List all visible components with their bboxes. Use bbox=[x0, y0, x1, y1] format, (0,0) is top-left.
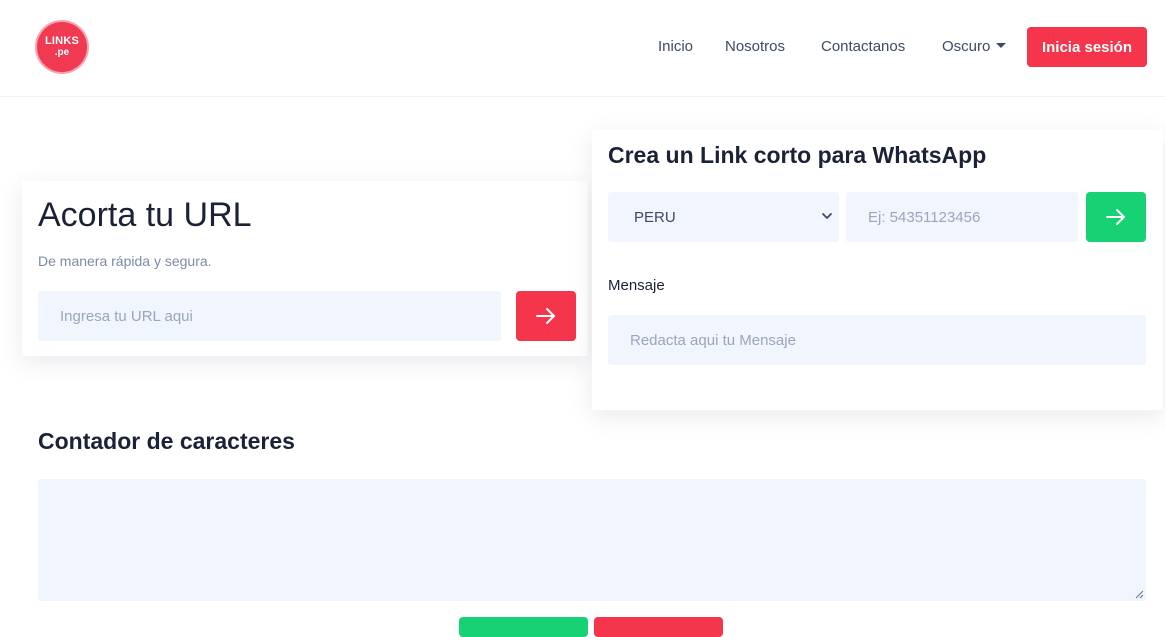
caret-down-icon bbox=[996, 43, 1007, 48]
arrow-right-icon bbox=[1106, 209, 1125, 225]
country-select[interactable]: PERU bbox=[608, 192, 839, 242]
counter-title: Contador de caracteres bbox=[38, 428, 295, 454]
url-input-placeholder: Ingresa tu URL aqui bbox=[60, 307, 193, 325]
site-logo[interactable]: LINKS .pe bbox=[37, 22, 87, 72]
theme-dropdown-label: Oscuro bbox=[942, 38, 991, 55]
login-button[interactable]: Inicia sesión bbox=[1027, 27, 1147, 67]
chevron-down-icon bbox=[822, 213, 832, 219]
shortener-title: Acorta tu URL bbox=[38, 196, 252, 234]
nav-link-inicio[interactable]: Inicio bbox=[658, 38, 693, 55]
url-input[interactable]: Ingresa tu URL aqui bbox=[38, 291, 501, 341]
logo-text-line2: .pe bbox=[54, 47, 70, 58]
arrow-right-icon bbox=[536, 308, 555, 324]
counter-action-button-red[interactable] bbox=[594, 617, 723, 637]
message-label: Mensaje bbox=[608, 277, 665, 294]
message-input[interactable]: Redacta aqui tu Mensaje bbox=[608, 315, 1146, 365]
shorten-url-button[interactable] bbox=[516, 291, 576, 341]
nav-link-contactanos[interactable]: Contactanos bbox=[821, 38, 905, 55]
theme-dropdown[interactable]: Oscuro bbox=[942, 38, 1007, 55]
whatsapp-title: Crea un Link corto para WhatsApp bbox=[608, 142, 987, 168]
resize-handle-icon[interactable] bbox=[1134, 589, 1144, 599]
counter-textarea[interactable] bbox=[38, 479, 1146, 601]
navbar: LINKS .pe Inicio Nosotros Contactanos Os… bbox=[0, 0, 1165, 97]
shortener-subtitle: De manera rápida y segura. bbox=[38, 253, 212, 269]
message-input-placeholder: Redacta aqui tu Mensaje bbox=[630, 331, 796, 349]
phone-input-placeholder: Ej: 54351123456 bbox=[868, 208, 981, 226]
phone-input[interactable]: Ej: 54351123456 bbox=[846, 192, 1078, 242]
counter-action-button-green[interactable] bbox=[459, 617, 588, 637]
country-select-value: PERU bbox=[634, 208, 676, 226]
whatsapp-link-card bbox=[592, 130, 1163, 410]
nav-link-nosotros[interactable]: Nosotros bbox=[725, 38, 785, 55]
create-whatsapp-link-button[interactable] bbox=[1086, 192, 1146, 242]
logo-text-line1: LINKS bbox=[45, 35, 79, 47]
